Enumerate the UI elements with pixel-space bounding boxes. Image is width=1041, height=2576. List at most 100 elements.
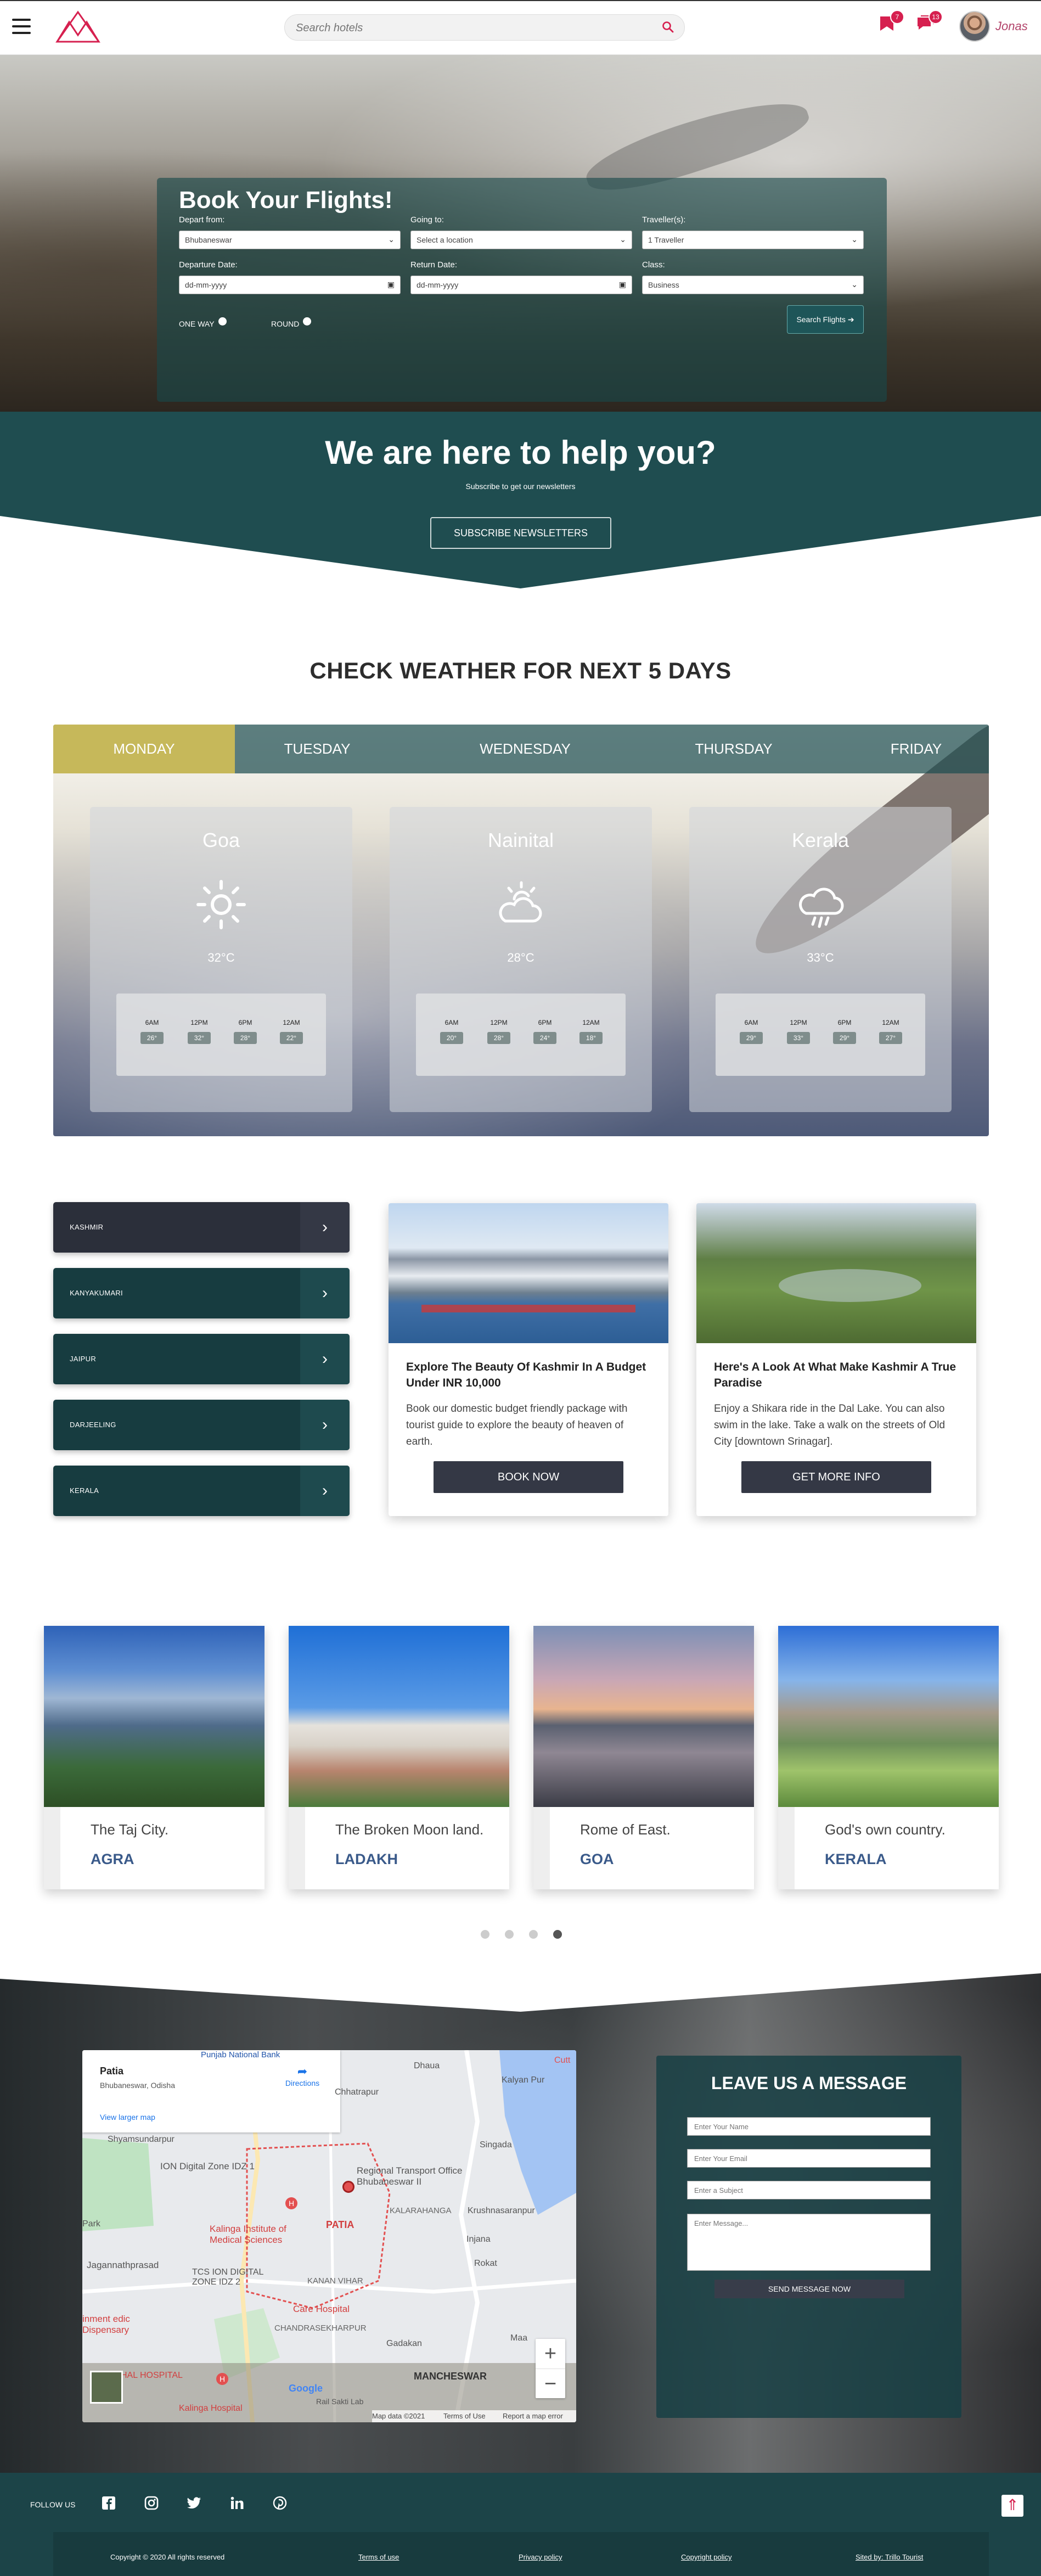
tour-card[interactable]: God's own country. KERALA xyxy=(778,1626,999,1889)
package-card: Here's A Look At What Make Kashmir A Tru… xyxy=(696,1203,976,1516)
hourly-forecast: 6AM 20° 12PM 28° 6PM 24° 12AM 18° xyxy=(416,994,626,1076)
taj-sunset-image xyxy=(533,1626,754,1807)
directions-button[interactable]: ➦ Directions xyxy=(278,2064,327,2087)
chevron-right-icon: › xyxy=(300,1334,350,1384)
tab-friday[interactable]: FRIDAY xyxy=(843,725,989,773)
search-icon[interactable] xyxy=(661,20,674,36)
copyright-policy-link[interactable]: Copyright policy xyxy=(681,2553,732,2561)
package-card: Explore The Beauty Of Kashmir In A Budge… xyxy=(389,1203,668,1516)
subscribe-button[interactable]: SUBSCRIBE NEWSLETTERS xyxy=(430,517,611,549)
return-date-placeholder: dd-mm-yyyy xyxy=(417,280,459,289)
tab-wednesday[interactable]: WEDNESDAY xyxy=(432,725,618,773)
sited-by-link[interactable]: Sited by: Trillo Tourist xyxy=(856,2553,923,2561)
destination-item-darjeeling[interactable]: DARJEELING › xyxy=(53,1400,350,1450)
privacy-link[interactable]: Privacy policy xyxy=(519,2553,562,2561)
departure-date-input[interactable]: dd-mm-yyyy ▣ xyxy=(179,276,401,294)
terms-link[interactable]: Terms of use xyxy=(358,2553,399,2561)
send-message-button[interactable]: SEND MESSAGE NOW xyxy=(714,2280,904,2298)
chat-button[interactable]: 13 xyxy=(913,10,944,42)
menu-icon[interactable] xyxy=(12,19,31,34)
map-label: Care Hospital xyxy=(293,2304,350,2314)
facebook-icon[interactable] xyxy=(100,2496,117,2513)
map-label: Chhatrapur xyxy=(335,2087,379,2097)
calendar-icon[interactable]: ▣ xyxy=(619,280,626,289)
satellite-toggle[interactable] xyxy=(90,2371,123,2404)
cloud-rain-icon xyxy=(793,877,848,935)
message-title: LEAVE US A MESSAGE xyxy=(711,2073,907,2093)
return-date-input[interactable]: dd-mm-yyyy ▣ xyxy=(410,276,632,294)
view-larger-map-link[interactable]: View larger map xyxy=(100,2113,155,2122)
hour-label: 12PM xyxy=(790,1019,807,1026)
instagram-icon[interactable] xyxy=(143,2496,160,2513)
destination-item-kanyakumari[interactable]: KANYAKUMARI › xyxy=(53,1268,350,1318)
map-label: CHANDRASEKHARPUR xyxy=(274,2324,367,2333)
one-way-radio[interactable] xyxy=(218,317,227,325)
hospital-pin-icon[interactable]: H xyxy=(285,2197,297,2209)
hospital-pin-icon[interactable]: H xyxy=(216,2373,228,2385)
map-attribution: Map data ©2021 Terms of Use Report a map… xyxy=(372,2410,576,2422)
search-flights-button[interactable]: Search Flights ➔ xyxy=(787,305,864,334)
logo[interactable] xyxy=(55,10,101,47)
departure-date-label: Departure Date: xyxy=(179,260,238,270)
pinterest-icon[interactable] xyxy=(271,2496,289,2513)
mountain-valley-image xyxy=(44,1626,265,1807)
class-select[interactable]: Business ⌄ xyxy=(642,276,864,294)
name-field[interactable] xyxy=(687,2117,931,2136)
tour-card[interactable]: The Broken Moon land. LADAKH xyxy=(289,1626,509,1889)
tour-name: KERALA xyxy=(825,1851,887,1867)
google-logo: Google xyxy=(289,2383,323,2394)
going-select[interactable]: Select a location ⌄ xyxy=(410,231,632,249)
back-to-top-button[interactable]: ⇑ xyxy=(1001,2495,1023,2517)
carousel-dot[interactable] xyxy=(529,1930,538,1939)
chevron-right-icon: › xyxy=(300,1466,350,1516)
map-label: Krushnasaranpur xyxy=(468,2206,535,2215)
map-place: Patia xyxy=(100,2066,124,2076)
round-radio[interactable] xyxy=(303,317,311,325)
carousel-dot[interactable] xyxy=(505,1930,514,1939)
tour-name: AGRA xyxy=(91,1851,134,1867)
calendar-icon[interactable]: ▣ xyxy=(387,280,395,289)
destination-item-kerala[interactable]: KERALA › xyxy=(53,1466,350,1516)
subject-field[interactable] xyxy=(687,2181,931,2199)
tab-tuesday[interactable]: TUESDAY xyxy=(235,725,399,773)
linkedin-icon[interactable] xyxy=(228,2496,246,2513)
zoom-out-button[interactable]: − xyxy=(536,2369,565,2398)
traveller-select[interactable]: 1 Traveller ⌄ xyxy=(642,231,864,249)
depart-label: Depart from: xyxy=(179,215,225,225)
hour-temp: 28° xyxy=(234,1032,257,1044)
destination-item-kashmir[interactable]: KASHMIR › xyxy=(53,1202,350,1253)
zoom-in-button[interactable]: + xyxy=(536,2339,565,2369)
bookmark-button[interactable]: 7 xyxy=(875,10,905,42)
report-error-link[interactable]: Report a map error xyxy=(503,2412,563,2420)
traveller-label: Traveller(s): xyxy=(642,215,686,225)
map-label: Maa xyxy=(510,2333,528,2343)
tab-thursday[interactable]: THURSDAY xyxy=(640,725,827,773)
carousel-dot[interactable] xyxy=(481,1930,489,1939)
depart-select[interactable]: Bhubaneswar ⌄ xyxy=(179,231,401,249)
hour-temp: 26° xyxy=(140,1032,164,1044)
tour-card[interactable]: Rome of East. GOA xyxy=(533,1626,754,1889)
map-embed[interactable]: Patia Bhubaneswar, Odisha ➦ Directions V… xyxy=(82,2050,576,2422)
search-input[interactable] xyxy=(296,21,647,35)
map-terms-link[interactable]: Terms of Use xyxy=(443,2412,486,2420)
twitter-icon[interactable] xyxy=(185,2496,203,2513)
message-field[interactable] xyxy=(687,2214,931,2271)
hour-temp: 20° xyxy=(440,1032,463,1044)
tour-caption: Rome of East. xyxy=(580,1821,671,1838)
map-label: Punjab National Bank xyxy=(201,2050,280,2059)
tour-card[interactable]: The Taj City. AGRA xyxy=(44,1626,265,1889)
destination-item-jaipur[interactable]: JAIPUR › xyxy=(53,1334,350,1384)
hour-temp: 29° xyxy=(833,1032,856,1044)
tab-monday[interactable]: MONDAY xyxy=(53,725,235,773)
get-more-info-button[interactable]: GET MORE INFO xyxy=(741,1461,931,1493)
return-date-label: Return Date: xyxy=(410,260,458,270)
map-label: Dhaua xyxy=(414,2061,440,2070)
class-value: Business xyxy=(648,280,679,289)
arrow-right-icon: ➔ xyxy=(847,315,854,324)
book-now-button[interactable]: BOOK NOW xyxy=(434,1461,623,1493)
carousel-dot-active[interactable] xyxy=(553,1930,562,1939)
directions-label: Directions xyxy=(285,2079,320,2087)
map-label: Jagannathprasad xyxy=(87,2260,159,2270)
location-pin-icon[interactable] xyxy=(342,2181,354,2193)
email-field[interactable] xyxy=(687,2149,931,2168)
